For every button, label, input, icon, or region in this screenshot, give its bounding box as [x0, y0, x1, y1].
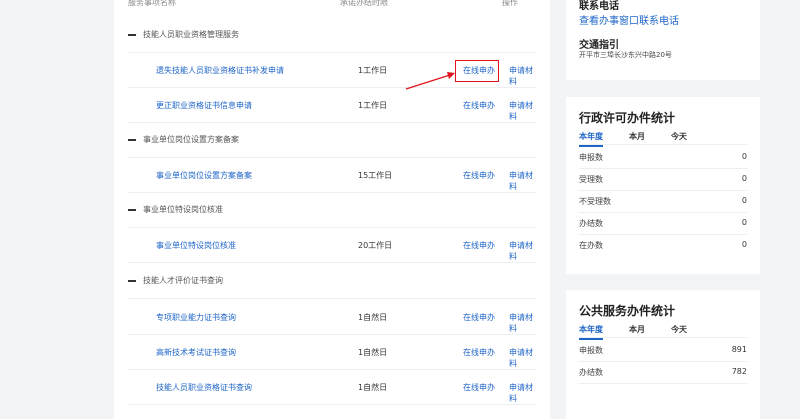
table-row: 专项职业能力证书查询 1自然日 在线申办 申请材料: [128, 300, 536, 335]
collapse-icon[interactable]: [128, 209, 136, 211]
table-row: 事业单位岗位设置方案备案 15工作日 在线申办 申请材料: [128, 158, 536, 193]
category-label: 事业单位岗位设置方案备案: [143, 135, 239, 144]
category-row[interactable]: 技能人才评价证书查询: [128, 264, 536, 299]
public-stats-panel: 公共服务办件统计 本年度 本月 今天 申报数 891 办结数 782: [566, 290, 760, 419]
stat-row: 不受理数 0: [579, 191, 747, 213]
stat-value: 0: [741, 196, 747, 205]
materials-link[interactable]: 申请材料: [509, 170, 536, 192]
annotation-arrow-icon: [405, 72, 455, 90]
table-row: 技能人员职业资格证书查询 1自然日 在线申办 申请材料: [128, 370, 536, 405]
collapse-icon[interactable]: [128, 139, 136, 141]
service-name-link[interactable]: 遗失技能人员职业资格证书补发申请: [156, 65, 284, 76]
table-row: 更正职业资格证书信息申请 1工作日 在线申办 申请材料: [128, 88, 536, 123]
service-name-link[interactable]: 事业单位特设岗位核准: [156, 240, 236, 251]
public-stats-tabs: 本年度 本月 今天: [579, 324, 747, 340]
service-limit: 1工作日: [358, 101, 388, 110]
service-limit: 15工作日: [358, 171, 393, 180]
tab-year[interactable]: 本年度: [579, 131, 603, 147]
stat-value: 0: [741, 174, 747, 183]
stat-value: 782: [731, 367, 747, 376]
header-action: 操作: [502, 0, 518, 7]
admin-stats-title: 行政许可办件统计: [579, 111, 676, 125]
materials-link[interactable]: 申请材料: [509, 65, 536, 87]
stat-label: 办结数: [579, 219, 603, 228]
stat-row: 办结数 0: [579, 213, 747, 235]
stat-label: 不受理数: [579, 197, 611, 206]
contact-panel: 联系电话 查看办事窗口联系电话 交通指引 开平市三埠长沙东兴中路20号: [566, 0, 760, 80]
header-limit: 承诺办结时限: [340, 0, 388, 7]
header-name: 服务事项名称: [128, 0, 176, 7]
public-stats-title: 公共服务办件统计: [579, 304, 676, 318]
stat-value: 0: [741, 218, 747, 227]
table-row: 高新技术考试证书查询 1自然日 在线申办 申请材料: [128, 335, 536, 370]
stat-row: 申报数 891: [579, 340, 747, 362]
materials-link[interactable]: 申请材料: [509, 100, 536, 122]
tab-month[interactable]: 本月: [629, 324, 645, 335]
stat-row: 在办数 0: [579, 235, 747, 257]
materials-link[interactable]: 申请材料: [509, 382, 536, 404]
materials-link[interactable]: 申请材料: [509, 347, 536, 369]
collapse-icon[interactable]: [128, 280, 136, 282]
stat-row: 受理数 0: [579, 169, 747, 191]
materials-link[interactable]: 申请材料: [509, 312, 536, 334]
tab-today[interactable]: 今天: [671, 324, 687, 335]
category-row[interactable]: 事业单位特设岗位核准: [128, 193, 536, 228]
category-label: 事业单位特设岗位核准: [143, 205, 223, 214]
address-text: 开平市三埠长沙东兴中路20号: [579, 51, 672, 59]
stat-label: 受理数: [579, 175, 603, 184]
table-row: 事业单位特设岗位核准 20工作日 在线申办 申请材料: [128, 228, 536, 263]
materials-link[interactable]: 申请材料: [509, 240, 536, 262]
stat-label: 在办数: [579, 241, 603, 250]
apply-online-link[interactable]: 在线申办: [463, 170, 495, 181]
stat-value: 0: [741, 152, 747, 161]
tab-today[interactable]: 今天: [671, 131, 687, 142]
admin-stats-panel: 行政许可办件统计 本年度 本月 今天 申报数 0 受理数 0 不受理数 0 办结…: [566, 97, 760, 274]
service-name-link[interactable]: 更正职业资格证书信息申请: [156, 100, 252, 111]
stat-value: 891: [731, 345, 747, 354]
highlight-box: [455, 60, 499, 82]
phone-label: 联系电话: [579, 1, 619, 12]
service-name-link[interactable]: 技能人员职业资格证书查询: [156, 382, 252, 393]
service-limit: 1工作日: [358, 66, 388, 75]
tab-year[interactable]: 本年度: [579, 324, 603, 340]
tab-month[interactable]: 本月: [629, 131, 645, 142]
apply-online-link[interactable]: 在线申办: [463, 240, 495, 251]
service-name-link[interactable]: 专项职业能力证书查询: [156, 312, 236, 323]
apply-online-link[interactable]: 在线申办: [463, 100, 495, 111]
service-limit: 1自然日: [358, 383, 388, 392]
apply-online-link[interactable]: 在线申办: [463, 347, 495, 358]
apply-online-link[interactable]: 在线申办: [463, 382, 495, 393]
category-label: 技能人才评价证书查询: [143, 276, 223, 285]
stat-row: 申报数 0: [579, 147, 747, 169]
traffic-label: 交通指引: [579, 40, 619, 51]
service-name-link[interactable]: 事业单位岗位设置方案备案: [156, 170, 252, 181]
service-limit: 1自然日: [358, 313, 388, 322]
stat-row: 办结数 782: [579, 362, 747, 384]
apply-online-link[interactable]: 在线申办: [463, 312, 495, 323]
admin-stats-tabs: 本年度 本月 今天: [579, 131, 747, 147]
service-limit: 1自然日: [358, 348, 388, 357]
service-name-link[interactable]: 高新技术考试证书查询: [156, 347, 236, 358]
stat-label: 申报数: [579, 346, 603, 355]
stat-value: 0: [741, 240, 747, 249]
category-row[interactable]: 事业单位岗位设置方案备案: [128, 123, 536, 158]
stat-label: 办结数: [579, 368, 603, 377]
category-row[interactable]: 技能人员职业资格管理服务: [128, 18, 536, 53]
collapse-icon[interactable]: [128, 34, 136, 36]
category-label: 技能人员职业资格管理服务: [143, 30, 239, 39]
service-limit: 20工作日: [358, 241, 393, 250]
stat-label: 申报数: [579, 153, 603, 162]
phone-link[interactable]: 查看办事窗口联系电话: [579, 12, 679, 27]
table-header: 服务事项名称 承诺办结时限 操作: [114, 0, 550, 10]
